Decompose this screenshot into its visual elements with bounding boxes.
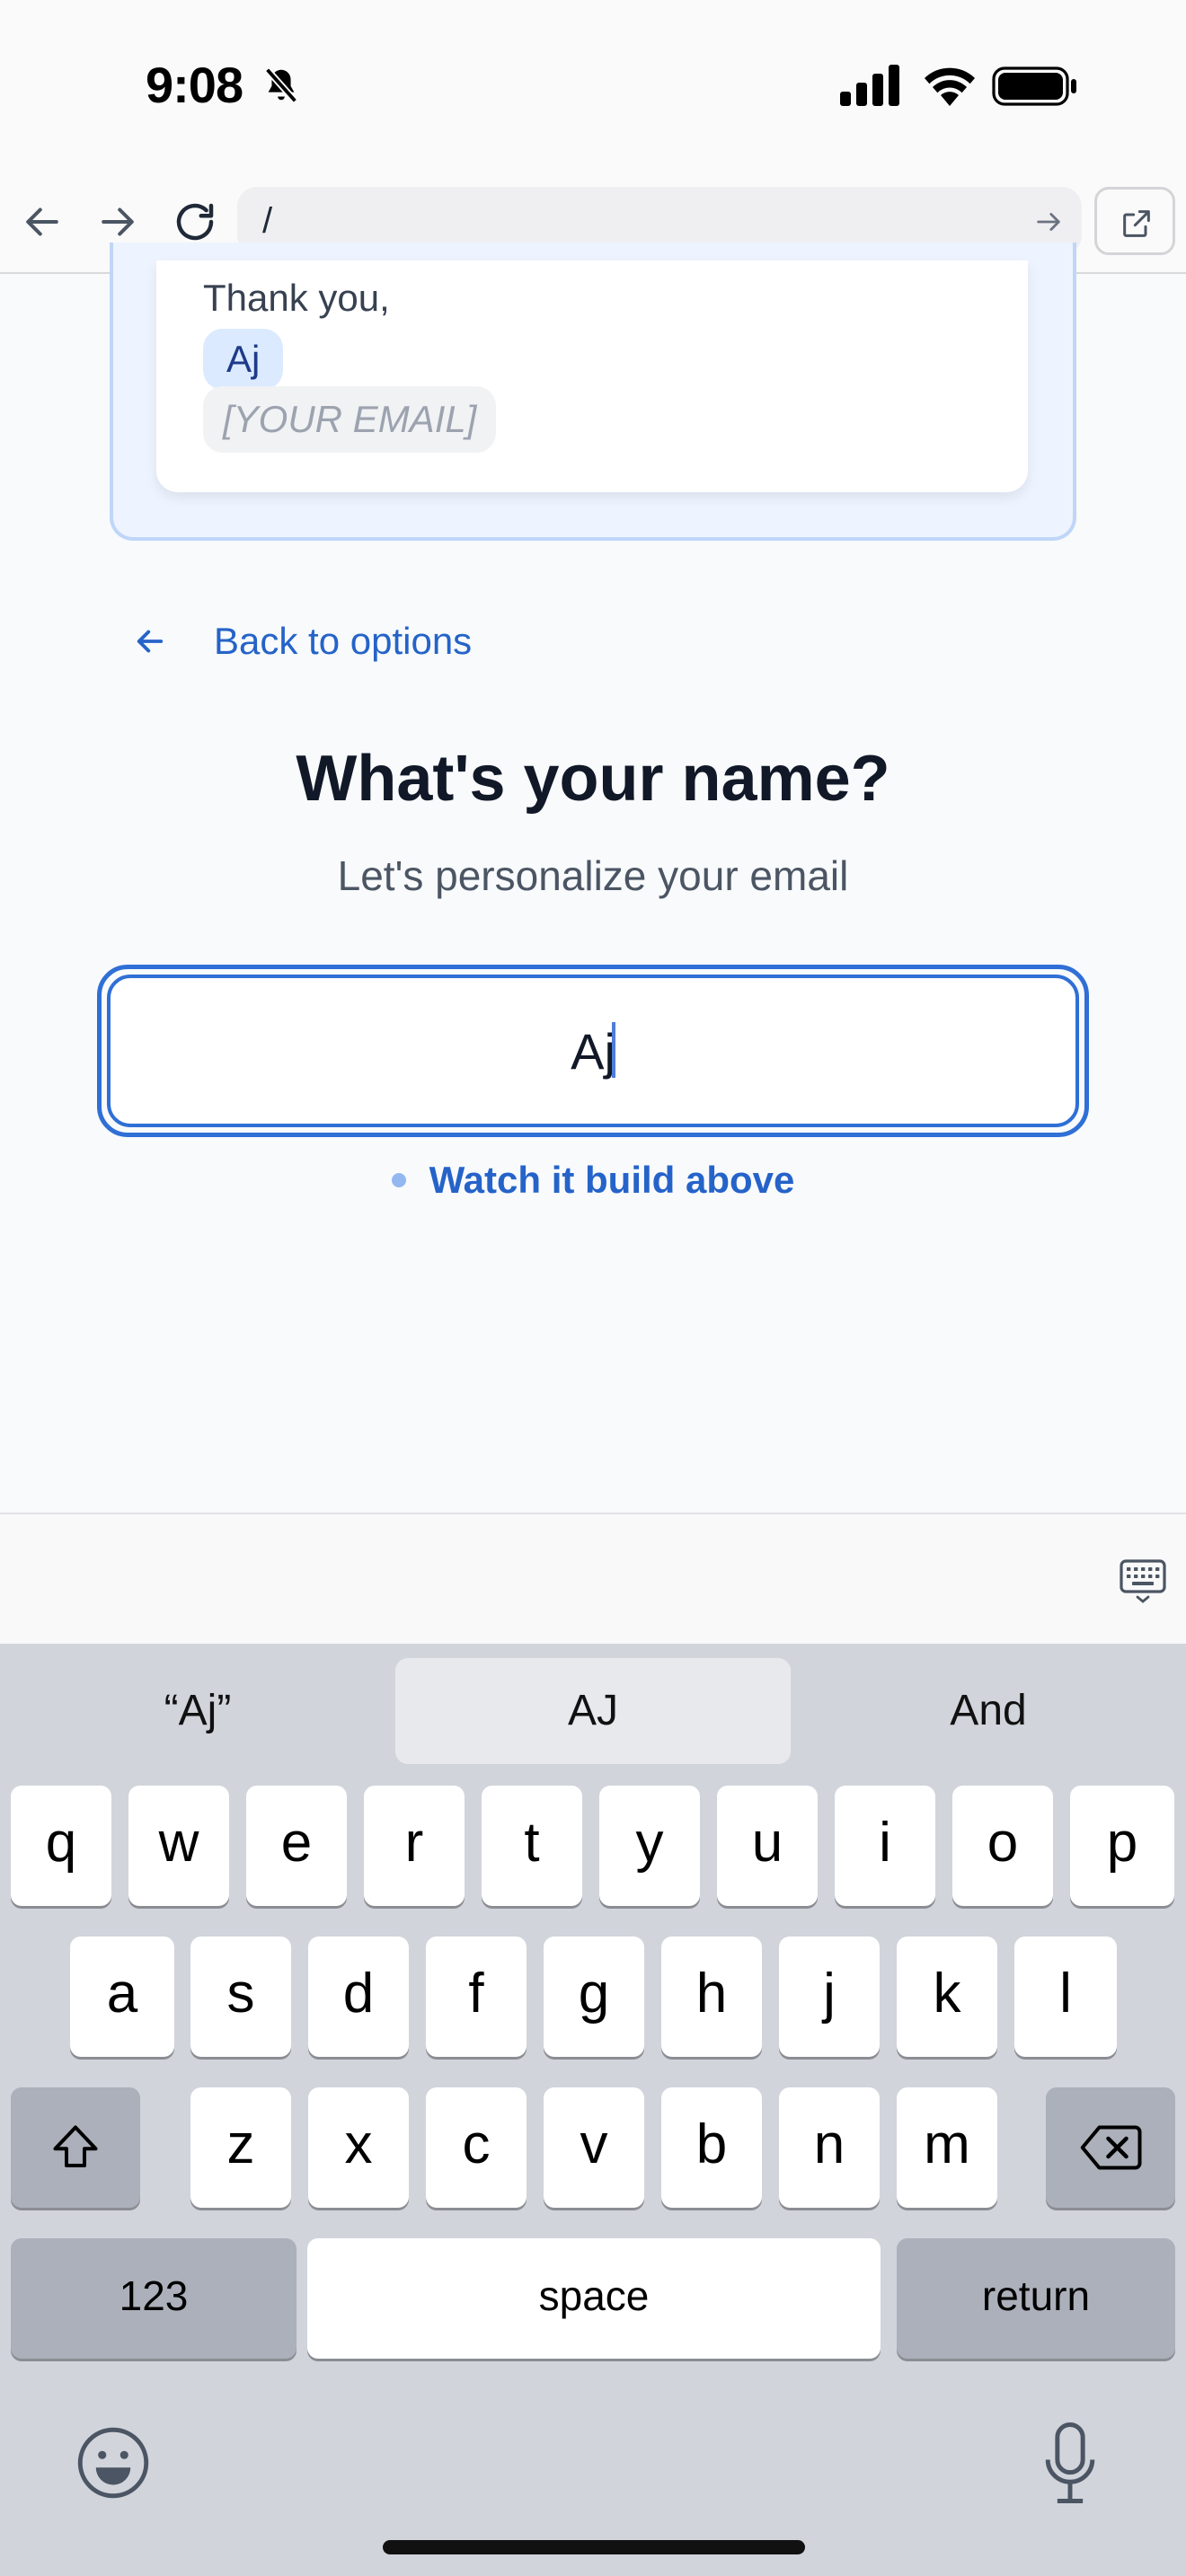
return-key[interactable]: return <box>897 2238 1175 2359</box>
hint-dot <box>391 1173 406 1187</box>
shift-icon <box>53 2125 98 2167</box>
signature-name-chip: Aj <box>203 329 284 390</box>
bell-slash-icon <box>264 67 298 103</box>
key-b[interactable]: b <box>661 2087 762 2208</box>
question-title: What's your name? <box>296 743 890 815</box>
status-bar: 9:08 <box>0 0 1186 171</box>
key-j[interactable]: j <box>779 1936 880 2057</box>
shift-key[interactable] <box>11 2087 140 2208</box>
back-arrow-icon[interactable] <box>18 198 66 246</box>
go-arrow-icon[interactable] <box>1033 207 1064 237</box>
key-l[interactable]: l <box>1014 1936 1117 2057</box>
battery-icon <box>992 66 1076 106</box>
forward-arrow-icon[interactable] <box>93 198 142 246</box>
status-time: 9:08 <box>146 57 243 113</box>
key-i[interactable]: i <box>835 1786 935 1906</box>
microphone-icon[interactable] <box>1044 2422 1096 2504</box>
keyboard-dismiss-icon[interactable] <box>1118 1556 1168 1606</box>
key-f[interactable]: f <box>426 1936 527 2057</box>
backspace-icon <box>1080 2125 1142 2170</box>
key-a[interactable]: a <box>70 1936 174 2057</box>
space-key[interactable]: space <box>307 2238 881 2359</box>
back-arrow-icon <box>137 630 164 653</box>
back-link-label: Back to options <box>214 620 473 662</box>
question-subtitle: Let's personalize your email <box>337 852 849 899</box>
numbers-key[interactable]: 123 <box>11 2238 296 2359</box>
key-g[interactable]: g <box>544 1936 644 2057</box>
key-x[interactable]: x <box>308 2087 409 2208</box>
key-p[interactable]: p <box>1070 1786 1174 1906</box>
wifi-icon <box>925 67 975 106</box>
key-w[interactable]: w <box>128 1786 229 1906</box>
key-r[interactable]: r <box>364 1786 465 1906</box>
suggestion-bar: “Aj” AJ And <box>0 1658 1186 1764</box>
url-text: / <box>262 201 273 241</box>
home-indicator[interactable] <box>383 2540 805 2554</box>
suggestion-item[interactable]: AJ <box>395 1658 791 1764</box>
name-input-focus-ring <box>97 965 1089 1137</box>
back-to-options-link[interactable]: Back to options <box>131 613 472 670</box>
keyboard-accessory-bar <box>0 1513 1186 1644</box>
key-q[interactable]: q <box>11 1786 111 1906</box>
hint-text: Watch it build above <box>429 1159 795 1201</box>
key-t[interactable]: t <box>482 1786 582 1906</box>
build-hint: Watch it build above <box>0 1159 1186 1202</box>
delete-key[interactable] <box>1046 2087 1175 2208</box>
name-input[interactable] <box>107 975 1079 1127</box>
cellular-signal-icon <box>840 65 899 106</box>
key-v[interactable]: v <box>544 2087 644 2208</box>
key-c[interactable]: c <box>426 2087 527 2208</box>
key-n[interactable]: n <box>779 2087 880 2208</box>
key-k[interactable]: k <box>897 1936 997 2057</box>
key-z[interactable]: z <box>190 2087 291 2208</box>
text-caret <box>612 1022 615 1078</box>
onscreen-keyboard: “Aj” AJ And q w e r t y u i o p a s d f … <box>0 1644 1186 2576</box>
key-m[interactable]: m <box>897 2087 997 2208</box>
key-u[interactable]: u <box>717 1786 818 1906</box>
reload-icon[interactable] <box>171 198 219 246</box>
open-external-icon <box>1123 210 1150 237</box>
key-h[interactable]: h <box>661 1936 762 2057</box>
key-s[interactable]: s <box>190 1936 291 2057</box>
key-d[interactable]: d <box>308 1936 409 2057</box>
suggestion-item[interactable]: “Aj” <box>0 1658 395 1764</box>
open-external-button[interactable] <box>1094 187 1175 255</box>
key-e[interactable]: e <box>246 1786 347 1906</box>
signature-closing: Thank you, <box>203 277 390 319</box>
key-o[interactable]: o <box>952 1786 1053 1906</box>
suggestion-item[interactable]: And <box>791 1658 1186 1764</box>
key-y[interactable]: y <box>599 1786 700 1906</box>
signature-email-placeholder: [YOUR EMAIL] <box>203 386 497 453</box>
emoji-icon[interactable] <box>75 2425 151 2501</box>
